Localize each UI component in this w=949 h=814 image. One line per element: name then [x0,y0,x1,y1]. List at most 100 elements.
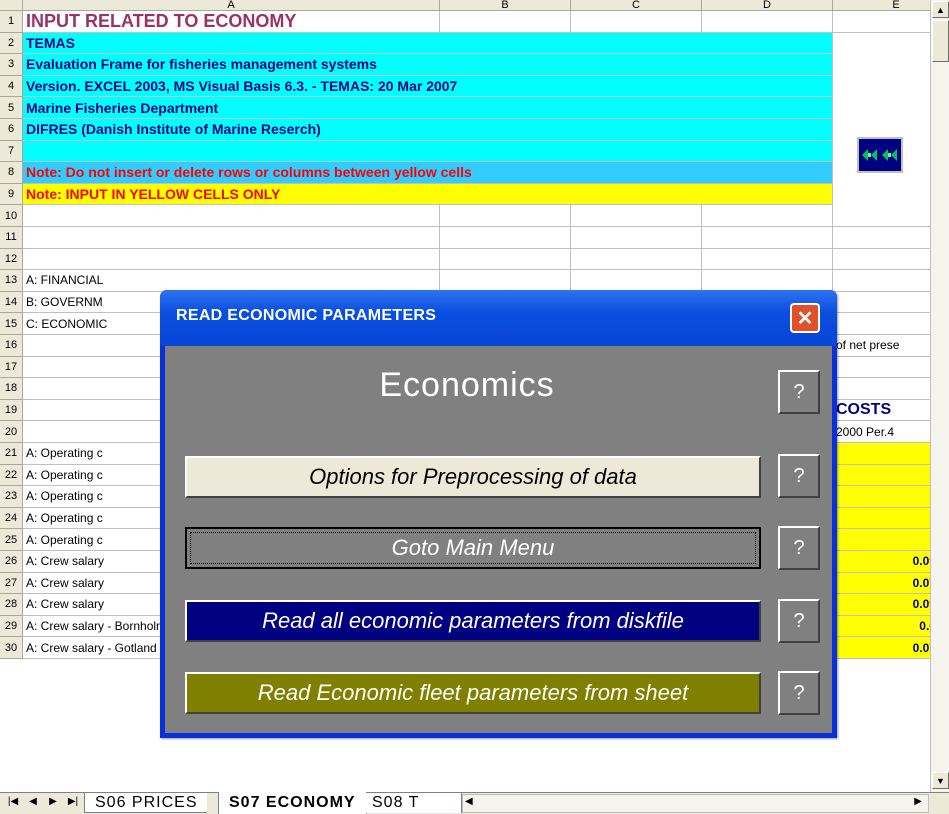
first-sheet-icon[interactable]: |◀ [4,796,22,807]
row-header[interactable]: 27 [0,572,23,595]
cell-e[interactable]: 0.8 [833,529,930,551]
column-header-b[interactable]: B [440,0,571,11]
row-header[interactable]: 29 [0,615,23,638]
cell-e[interactable]: 0.99 [833,486,930,508]
prev-sheet-icon[interactable]: ◀ [24,796,42,807]
help-goto-button[interactable]: ? [778,526,820,570]
cell-a[interactable]: A: FINANCIAL [23,270,440,292]
row-header[interactable]: 13 [0,270,23,292]
cell-e[interactable]: COSTS [833,400,930,422]
cell-e[interactable] [833,292,930,314]
column-header-d[interactable]: D [702,0,833,11]
cell-a[interactable]: Note: Do not insert or delete rows or co… [23,162,833,184]
row-header[interactable]: 8 [0,162,23,184]
row-header[interactable]: 22 [0,464,23,487]
next-sheet-icon[interactable]: ▶ [44,796,62,807]
row-header[interactable]: 6 [0,119,23,141]
cell-e[interactable]: 0.09165 [833,551,930,573]
row-header[interactable]: 28 [0,594,23,616]
cell-c[interactable] [571,11,702,33]
cell-b[interactable] [440,205,571,227]
row-header[interactable]: 5 [0,97,23,119]
cell-a[interactable] [23,140,833,163]
cell-e[interactable] [833,205,930,227]
cell-e[interactable] [833,11,930,33]
cell-c[interactable] [571,205,702,227]
scroll-thumb[interactable] [932,20,949,62]
row-header[interactable]: 3 [0,54,23,76]
cell-e[interactable]: 0.8 [833,464,930,487]
cell-a[interactable] [23,227,440,249]
tab-s06-prices[interactable]: S06 PRICES [84,793,208,813]
cell-d[interactable] [702,227,833,249]
help-read-all-button[interactable]: ? [778,599,820,643]
cell-c[interactable] [571,270,702,292]
row-header[interactable]: 10 [0,205,23,227]
cell-e[interactable]: 0.99 [833,443,930,465]
cell-a[interactable]: Version. EXCEL 2003, MS Visual Basis 6.3… [23,75,833,98]
cell-b[interactable] [440,227,571,249]
cell-a[interactable]: TEMAS [23,32,833,55]
cell-d[interactable] [702,248,833,271]
vertical-scrollbar[interactable]: ▲ ▼ [930,0,949,792]
read-fleet-params-button[interactable]: Read Economic fleet parameters from shee… [185,672,761,714]
cell-e[interactable] [833,270,930,292]
row-header[interactable]: 25 [0,529,23,551]
cell-d[interactable] [702,205,833,227]
read-all-economic-params-button[interactable]: Read all economic parameters from diskfi… [185,600,761,642]
row-header[interactable]: 12 [0,248,23,271]
tab-s07-economy[interactable]: S07 ECONOMY [218,792,367,814]
goto-main-menu-button[interactable]: Goto Main Menu [185,527,761,569]
cell-e[interactable]: 0.9 [833,507,930,530]
row-header[interactable]: 23 [0,486,23,508]
cell-e[interactable]: 0.07499 [833,637,930,659]
row-header[interactable]: 21 [0,443,23,465]
row-header[interactable]: 24 [0,507,23,530]
row-header[interactable]: 1 [0,11,23,33]
cell-a[interactable]: Evaluation Frame for fisheries managemen… [23,54,833,76]
cell-a[interactable] [23,248,440,271]
close-button[interactable]: ✕ [790,303,820,333]
scroll-right-icon[interactable]: ▶ [914,796,922,807]
horizontal-scrollbar[interactable]: ◀ ▶ [462,794,929,813]
help-options-button[interactable]: ? [778,454,820,498]
tab-s08[interactable]: S08 T [362,793,462,813]
cell-a[interactable]: Note: INPUT IN YELLOW CELLS ONLY [23,183,833,206]
row-header[interactable]: 14 [0,291,23,314]
cell-a[interactable] [23,205,440,227]
row-header[interactable]: 2 [0,32,23,55]
cell-e[interactable] [833,227,930,249]
cell-b[interactable] [440,270,571,292]
row-header[interactable]: 7 [0,140,23,163]
column-header-a[interactable]: A [23,0,440,11]
last-sheet-icon[interactable]: ▶| [64,796,82,807]
cell-a[interactable]: INPUT RELATED TO ECONOMY [23,11,440,33]
cell-a[interactable]: Marine Fisheries Department [23,97,833,119]
column-header-e[interactable]: E [833,0,930,11]
row-header[interactable]: 20 [0,421,23,443]
row-header[interactable]: 30 [0,637,23,659]
options-preprocessing-button[interactable]: Options for Preprocessing of data [185,456,761,498]
row-header[interactable]: 19 [0,399,23,422]
select-all-corner[interactable] [0,0,23,11]
cell-b[interactable] [440,248,571,271]
scroll-left-icon[interactable]: ◀ [465,796,473,807]
row-header[interactable]: 4 [0,75,23,98]
help-read-fleet-button[interactable]: ? [778,671,820,715]
cell-c[interactable] [571,227,702,249]
cell-d[interactable] [702,270,833,292]
macro-button[interactable] [857,137,903,173]
dialog-titlebar[interactable]: READ ECONOMIC PARAMETERS ✕ [160,290,837,346]
cell-e[interactable] [833,313,930,335]
help-economics-button[interactable]: ? [778,370,820,414]
cell-a[interactable]: DIFRES (Danish Institute of Marine Reser… [23,119,833,141]
row-header[interactable]: 26 [0,551,23,573]
column-header-c[interactable]: C [571,0,702,11]
row-header[interactable]: 15 [0,313,23,335]
row-header[interactable]: 16 [0,335,23,357]
cell-e[interactable]: of net prese [833,335,930,357]
cell-b[interactable] [440,11,571,33]
cell-d[interactable] [702,11,833,33]
row-header[interactable]: 18 [0,378,23,400]
cell-e[interactable]: 0.09165 [833,594,930,616]
